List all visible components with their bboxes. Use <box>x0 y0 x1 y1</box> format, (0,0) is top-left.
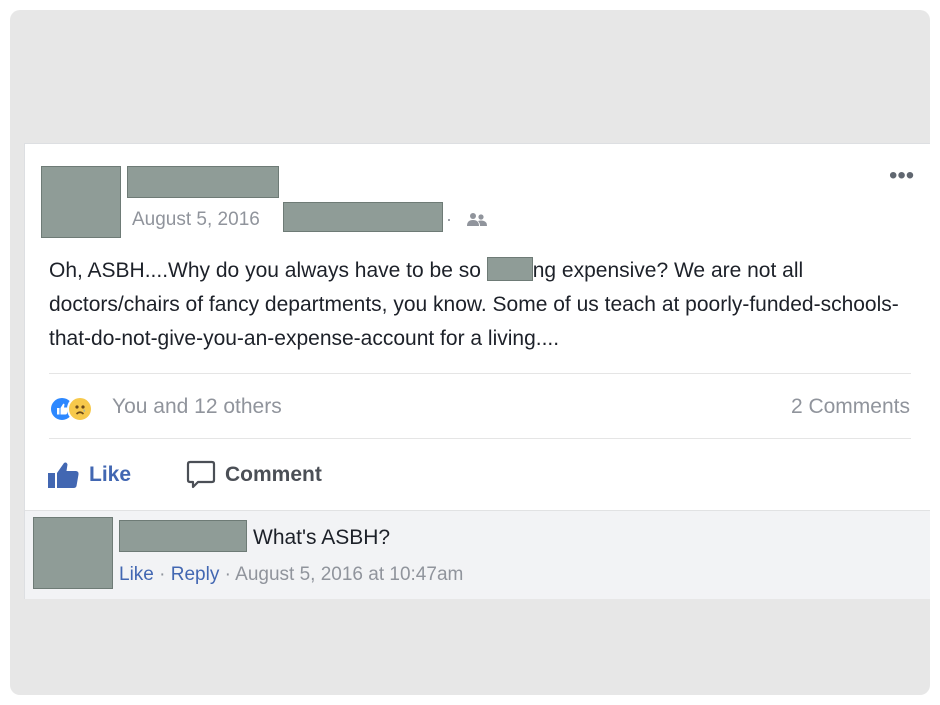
background-frame: August 5, 2016 · ••• Oh, ASBH....Why do … <box>10 10 930 695</box>
author-name-redacted[interactable] <box>127 166 279 198</box>
post-text-part-1: Oh, ASBH....Why do you always have to be… <box>49 259 487 282</box>
reactions-text[interactable]: You and 12 others <box>112 395 282 419</box>
comment-label: Comment <box>225 463 322 486</box>
comment-bubble-icon <box>186 461 216 489</box>
commenter-avatar-redacted[interactable] <box>33 517 113 589</box>
reactions-summary[interactable] <box>49 396 93 422</box>
comment-meta-separator: · <box>159 564 166 585</box>
commenter-name-redacted[interactable] <box>119 520 247 552</box>
friends-icon[interactable] <box>466 212 488 228</box>
like-button[interactable]: Like <box>47 460 131 490</box>
comment-meta-separator: · <box>224 564 231 585</box>
divider-top <box>49 373 911 374</box>
comment-reply-link[interactable]: Reply <box>171 564 220 585</box>
author-avatar-redacted[interactable] <box>41 166 121 238</box>
comment-timestamp[interactable]: August 5, 2016 at 10:47am <box>235 564 463 585</box>
comment-text: What's ASBH? <box>253 526 391 549</box>
more-options-icon[interactable]: ••• <box>889 164 914 188</box>
comment-like-link[interactable]: Like <box>119 564 154 585</box>
audience-redacted <box>283 202 443 232</box>
post-timestamp[interactable]: August 5, 2016 <box>132 209 260 231</box>
like-label: Like <box>89 463 132 486</box>
sad-reaction-icon <box>67 396 93 422</box>
comments-count[interactable]: 2 Comments <box>791 395 910 419</box>
meta-separator: · <box>446 209 452 229</box>
divider-bottom <box>49 438 911 439</box>
word-redacted <box>486 257 533 281</box>
comments-section: What's ASBH? Like · Reply · August 5, 20… <box>25 510 930 599</box>
post-body: Oh, ASBH....Why do you always have to be… <box>49 254 914 356</box>
comment-meta: Like · Reply · August 5, 2016 at 10:47am <box>119 564 463 586</box>
post-card: August 5, 2016 · ••• Oh, ASBH....Why do … <box>24 143 930 599</box>
thumbs-up-icon <box>48 462 79 489</box>
comment-button[interactable]: Comment <box>185 460 322 490</box>
